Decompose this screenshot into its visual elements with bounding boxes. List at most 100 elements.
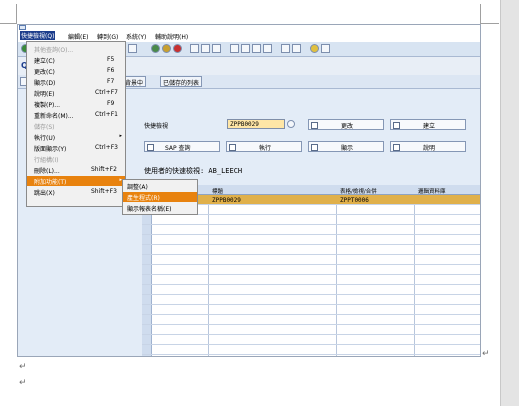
table-row[interactable] — [142, 345, 480, 355]
submenu-item-show-report-name[interactable]: 顯示報表名稱(E) — [123, 203, 197, 213]
menu-quickview[interactable]: 快捷檢視(Q) — [20, 31, 56, 40]
paragraph-mark: ↵ — [19, 378, 27, 388]
menu-edit[interactable]: 編輯(E) — [68, 32, 88, 41]
menu-item-label: 其他查詢(O)... — [34, 47, 74, 54]
cell-table: ZPPT0006 — [340, 197, 369, 204]
execute-button[interactable]: 執行 — [226, 141, 302, 152]
table-row[interactable] — [142, 215, 480, 225]
table-row[interactable] — [142, 265, 480, 275]
table-row[interactable] — [142, 305, 480, 315]
menu-item-create[interactable]: 建立(C) F5 — [27, 55, 125, 65]
col-table[interactable]: 表格/檢視/合併 — [340, 187, 377, 195]
crop-mark-top-left — [0, 14, 17, 24]
execute-icon — [229, 144, 236, 151]
menu-item-save[interactable]: 儲存(S) — [27, 121, 125, 131]
prev-page-icon[interactable] — [241, 44, 250, 53]
query-icon — [147, 144, 154, 151]
document-page: 快捷檢視(Q) 編輯(E) 轉到(G) 系統(Y) 輔助說明(H) Q 背景中 … — [0, 0, 500, 406]
table-row[interactable] — [142, 245, 480, 255]
saved-lists-label: 已儲存的列表 — [163, 80, 200, 87]
menu-item-shortcut: F9 — [107, 100, 115, 107]
menu-help[interactable]: 輔助說明(H) — [155, 32, 188, 41]
new-doc-icon — [393, 122, 400, 129]
cell-title: ZPPB0029 — [212, 197, 241, 204]
submenu-item-generate-program[interactable]: 產生程式(R) — [123, 192, 197, 202]
change-button[interactable]: 更改 — [308, 119, 384, 130]
table-row[interactable] — [142, 315, 480, 325]
col-logical-db[interactable]: 邏輯資料庫 — [418, 187, 446, 195]
table-row[interactable] — [142, 235, 480, 245]
background-label: 背景中 — [125, 80, 144, 87]
next-page-icon[interactable] — [252, 44, 261, 53]
menu-item-line-config[interactable]: 行組構(I) — [27, 154, 125, 164]
describe-button[interactable]: 說明 — [390, 141, 466, 152]
paragraph-mark: ↵ — [482, 349, 490, 359]
menu-item-shortcut: Ctrl+F7 — [95, 89, 118, 96]
crop-mark-top-left-v — [16, 4, 17, 24]
menu-goto[interactable]: 轉到(G) — [97, 32, 118, 41]
shortcut-icon[interactable] — [292, 44, 301, 53]
cancel-icon[interactable] — [173, 44, 182, 53]
display-label: 顯示 — [341, 145, 354, 152]
menu-item-shortcut: Ctrl+F1 — [95, 111, 118, 118]
table-row[interactable] — [142, 325, 480, 335]
submenu-item-label: 調整(A) — [127, 184, 148, 191]
submenu-item-label: 顯示報表名稱(E) — [127, 206, 172, 213]
menu-item-execute[interactable]: 執行(U) ▸ — [27, 132, 125, 142]
save-icon[interactable] — [128, 44, 137, 53]
lookup-icon[interactable] — [287, 120, 295, 128]
find-next-icon[interactable] — [212, 44, 221, 53]
display-button[interactable]: 顯示 — [308, 141, 384, 152]
menu-item-shortcut: F6 — [107, 67, 115, 74]
menu-item-delete[interactable]: 刪除(L)... Shift+F2 — [27, 165, 125, 175]
layout-icon[interactable] — [321, 44, 330, 53]
menu-item-label: 刪除(L)... — [34, 168, 60, 175]
menu-item-shortcut: F7 — [107, 78, 115, 85]
menu-item-describe[interactable]: 說明(E) Ctrl+F7 — [27, 88, 125, 98]
sap-query-button[interactable]: SAP 查詢 — [144, 141, 220, 152]
back-icon[interactable] — [151, 44, 160, 53]
menu-item-other-query[interactable]: 其他查詢(O)... — [27, 44, 125, 54]
table-row[interactable] — [142, 275, 480, 285]
quickview-label: 快捷檢視 — [144, 123, 169, 130]
menu-item-rename[interactable]: 重新命名(M)... Ctrl+F1 — [27, 110, 125, 120]
menu-item-shortcut: Shift+F2 — [91, 166, 117, 173]
table-row[interactable] — [142, 335, 480, 345]
print-icon[interactable] — [190, 44, 199, 53]
menu-item-label: 說明(E) — [34, 91, 55, 98]
table-row[interactable] — [142, 295, 480, 305]
menu-item-shortcut: Ctrl+F3 — [95, 144, 118, 151]
menu-item-display[interactable]: 顯示(D) F7 — [27, 77, 125, 87]
first-page-icon[interactable] — [230, 44, 239, 53]
menu-item-label: 執行(U) — [34, 135, 56, 142]
create-button[interactable]: 建立 — [390, 119, 466, 130]
menu-item-exit[interactable]: 跳出(X) Shift+F3 — [27, 187, 125, 197]
menu-item-copy[interactable]: 複製(P)... F9 — [27, 99, 125, 109]
sap-screenshot: 快捷檢視(Q) 編輯(E) 轉到(G) 系統(Y) 輔助說明(H) Q 背景中 … — [17, 24, 481, 357]
menu-item-layout-display[interactable]: 版面顯示(Y) Ctrl+F3 — [27, 143, 125, 153]
submenu-item-adjust[interactable]: 調整(A) — [123, 181, 197, 191]
glasses-icon — [311, 144, 318, 151]
menu-item-label: 複製(P)... — [34, 102, 61, 109]
menu-item-label: 更改(C) — [34, 69, 55, 76]
table-row[interactable] — [142, 255, 480, 265]
find-icon[interactable] — [201, 44, 210, 53]
saved-lists-button[interactable]: 已儲存的列表 — [160, 76, 203, 87]
info-icon — [393, 144, 400, 151]
quickview-menu: 其他查詢(O)... 建立(C) F5 更改(C) F6 顯示(D) F7 說明(E)… — [26, 41, 126, 207]
change-label: 更改 — [341, 123, 354, 130]
table-row[interactable] — [142, 225, 480, 235]
table-row[interactable] — [142, 285, 480, 295]
exit-icon[interactable] — [162, 44, 171, 53]
create-label: 建立 — [423, 123, 436, 130]
col-title[interactable]: 標題 — [212, 187, 223, 195]
last-page-icon[interactable] — [263, 44, 272, 53]
menu-item-label: 建立(C) — [34, 58, 55, 65]
new-session-icon[interactable] — [281, 44, 290, 53]
menu-item-change[interactable]: 更改(C) F6 — [27, 66, 125, 76]
menu-item-extras[interactable]: 附加功能(T) ▸ — [27, 176, 125, 186]
menu-system[interactable]: 系統(Y) — [126, 32, 146, 41]
pencil-icon — [311, 122, 318, 129]
quickview-input[interactable]: ZPPB0029 — [227, 119, 285, 129]
help-icon[interactable] — [310, 44, 319, 53]
